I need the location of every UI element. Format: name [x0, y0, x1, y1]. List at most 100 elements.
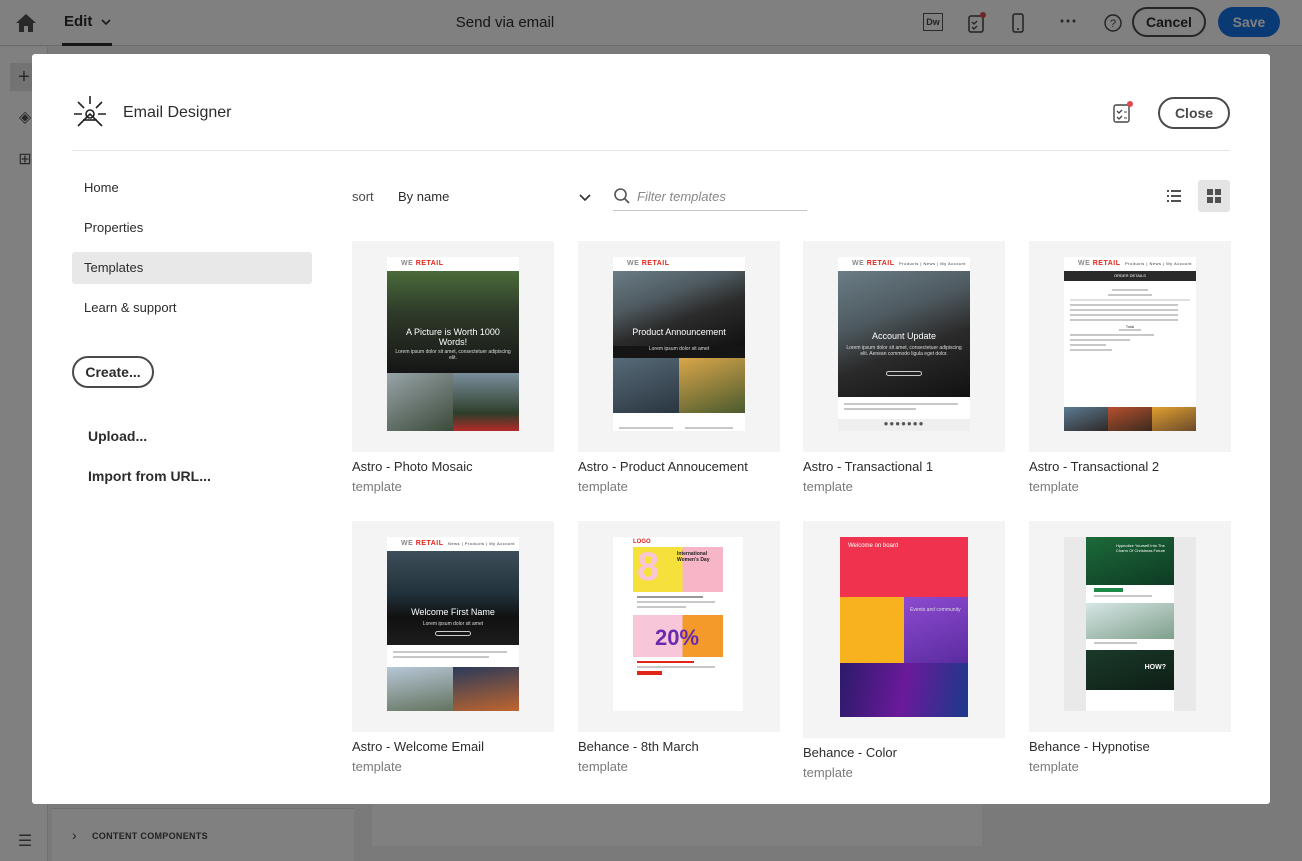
template-thumbnail[interactable]: WE RETAIL Products | News | My Account OR… — [1029, 241, 1231, 452]
preview-footer-image: HOW? — [1086, 650, 1174, 690]
preview-photos — [613, 358, 745, 413]
top-bar: Edit Send via email Dw ⋯ ? Cancel Save — [0, 0, 1302, 46]
nav-item-properties[interactable]: Properties — [72, 212, 312, 244]
template-type: template — [803, 765, 853, 780]
template-card-8th-march[interactable]: LOGO 8 International Women's Day 20% Beh… — [578, 521, 780, 774]
canvas-area — [372, 804, 982, 846]
preview-photos — [387, 373, 519, 431]
cancel-button[interactable]: Cancel — [1132, 7, 1206, 37]
template-type: template — [578, 759, 628, 774]
template-card-welcome-email[interactable]: WE RETAIL News | Products | My Account We… — [352, 521, 554, 774]
preview-heading: Product Announcement — [632, 327, 726, 337]
preview-button — [435, 631, 471, 636]
sort-dropdown[interactable]: By name — [398, 184, 594, 210]
upload-link[interactable]: Upload... — [88, 428, 147, 444]
preview-heading: International Women's Day — [677, 551, 710, 563]
preview-photos — [387, 667, 519, 711]
preview-text-lines — [613, 413, 745, 431]
preview-body: Hypnotize Yourself Into The Charm Of Chr… — [1086, 537, 1174, 711]
preview-brand: LOGO — [633, 539, 651, 545]
template-thumbnail[interactable]: Hypnotize Yourself Into The Charm Of Chr… — [1029, 521, 1231, 732]
preview-text-lines-2 — [613, 657, 743, 682]
preview-brand: WE RETAIL — [613, 257, 745, 271]
template-card-color[interactable]: Welcome on board Events and community Be… — [803, 521, 1005, 780]
preview-subtext: 20% — [655, 625, 700, 650]
template-card-hypnotise[interactable]: Hypnotize Yourself Into The Charm Of Chr… — [1029, 521, 1231, 774]
preview-hero: A Picture is Worth 1000 Words! Lorem ips… — [387, 271, 519, 373]
preview-text-lines-2 — [1086, 639, 1174, 650]
template-type: template — [803, 479, 853, 494]
close-button[interactable]: Close — [1158, 97, 1230, 129]
template-name: Behance - Color — [803, 745, 897, 760]
preview-heading: Welcome First Name — [411, 607, 495, 617]
preview-heading: A Picture is Worth 1000 Words! — [406, 327, 500, 347]
content-components-label: CONTENT COMPONENTS — [92, 831, 208, 841]
content-components-panel[interactable]: › CONTENT COMPONENTS — [52, 808, 354, 861]
template-thumbnail[interactable]: WE RETAIL Products | News | My Account Ac… — [803, 241, 1005, 452]
dreamweaver-icon[interactable]: Dw — [923, 13, 943, 31]
preview-subtext: Lorem ipsum dolor sit amet — [613, 346, 745, 358]
import-from-url-link[interactable]: Import from URL... — [88, 468, 211, 484]
preview-text-lines — [387, 645, 519, 667]
preview-heading: Hypnotize Yourself Into The Charm Of Chr… — [1116, 543, 1166, 553]
template-card-transactional-2[interactable]: WE RETAIL Products | News | My Account OR… — [1029, 241, 1231, 494]
preview-hero: Welcome First Name Lorem ipsum dolor sit… — [387, 551, 519, 645]
email-designer-logo-icon — [74, 96, 106, 127]
filter-templates-input[interactable] — [637, 185, 805, 207]
help-icon[interactable]: ? — [1102, 12, 1124, 34]
template-thumbnail[interactable]: LOGO 8 International Women's Day 20% — [578, 521, 780, 732]
nav-item-templates[interactable]: Templates — [72, 252, 312, 284]
mobile-preview-icon[interactable] — [1007, 12, 1029, 34]
preview-brand: WE RETAIL News | Products | My Account — [387, 537, 519, 551]
nav-item-learn-support[interactable]: Learn & support — [72, 292, 312, 324]
page-title: Send via email — [455, 14, 555, 31]
chevron-down-icon — [579, 194, 591, 202]
settings-layers-icon[interactable]: ☰ — [15, 831, 35, 851]
template-name: Astro - Photo Mosaic — [352, 459, 473, 474]
template-card-photo-mosaic[interactable]: WE RETAIL A Picture is Worth 1000 Words!… — [352, 241, 554, 494]
svg-text:?: ? — [1110, 18, 1116, 30]
template-thumbnail[interactable]: WE RETAIL Product Announcement Lorem ips… — [578, 241, 780, 452]
template-name: Behance - 8th March — [578, 739, 699, 754]
preview-text-lines — [613, 592, 743, 615]
edit-tab-indicator — [62, 43, 112, 46]
email-preview: WE RETAIL A Picture is Worth 1000 Words!… — [387, 257, 519, 431]
sort-value: By name — [398, 189, 450, 204]
template-type: template — [1029, 759, 1079, 774]
preview-subtext: Lorem ipsum dolor sit amet, consectetuer… — [846, 345, 962, 357]
email-preview: LOGO 8 International Women's Day 20% — [613, 537, 743, 711]
email-preview: WE RETAIL News | Products | My Account We… — [387, 537, 519, 711]
template-card-product-announcement[interactable]: WE RETAIL Product Announcement Lorem ips… — [578, 241, 780, 494]
template-name: Behance - Hypnotise — [1029, 739, 1150, 754]
preview-brand: WE RETAIL Products | News | My Account — [1064, 257, 1196, 271]
nav-item-home[interactable]: Home — [72, 172, 312, 204]
template-name: Astro - Transactional 2 — [1029, 459, 1160, 474]
checklist-icon[interactable] — [1112, 100, 1134, 124]
preview-hero: 8 International Women's Day — [633, 545, 723, 592]
preview-hero: Account Update Lorem ipsum dolor sit ame… — [838, 271, 970, 397]
search-field[interactable] — [613, 182, 807, 211]
preview-text-lines — [838, 397, 970, 419]
preview-subtext: Lorem ipsum dolor sit amet, consectetuer… — [395, 349, 511, 361]
list-view-icon[interactable] — [1158, 180, 1190, 212]
preview-photos — [1064, 407, 1196, 431]
preview-hero: Product Announcement — [613, 271, 745, 346]
preview-blocks: Events and community — [840, 597, 968, 663]
grid-view-icon[interactable] — [1198, 180, 1230, 212]
preview-video — [840, 663, 968, 717]
template-name: Astro - Product Annoucement — [578, 459, 748, 474]
chevron-right-icon[interactable]: › — [72, 827, 77, 843]
email-designer-dialog: Email Designer Close Home Properties Tem… — [32, 54, 1270, 804]
checklist-icon[interactable] — [965, 12, 987, 34]
preview-button — [886, 371, 922, 376]
template-card-transactional-1[interactable]: WE RETAIL Products | News | My Account Ac… — [803, 241, 1005, 494]
header-divider — [72, 150, 1230, 151]
preview-hero: Welcome on board — [840, 537, 968, 597]
template-thumbnail[interactable]: WE RETAIL News | Products | My Account We… — [352, 521, 554, 732]
template-thumbnail[interactable]: Welcome on board Events and community — [803, 521, 1005, 738]
template-thumbnail[interactable]: WE RETAIL A Picture is Worth 1000 Words!… — [352, 241, 554, 452]
preview-subtext: HOW? — [1144, 664, 1166, 671]
create-button[interactable]: Create... — [72, 356, 154, 388]
save-button[interactable]: Save — [1218, 7, 1280, 37]
more-icon[interactable]: ⋯ — [1057, 12, 1079, 34]
